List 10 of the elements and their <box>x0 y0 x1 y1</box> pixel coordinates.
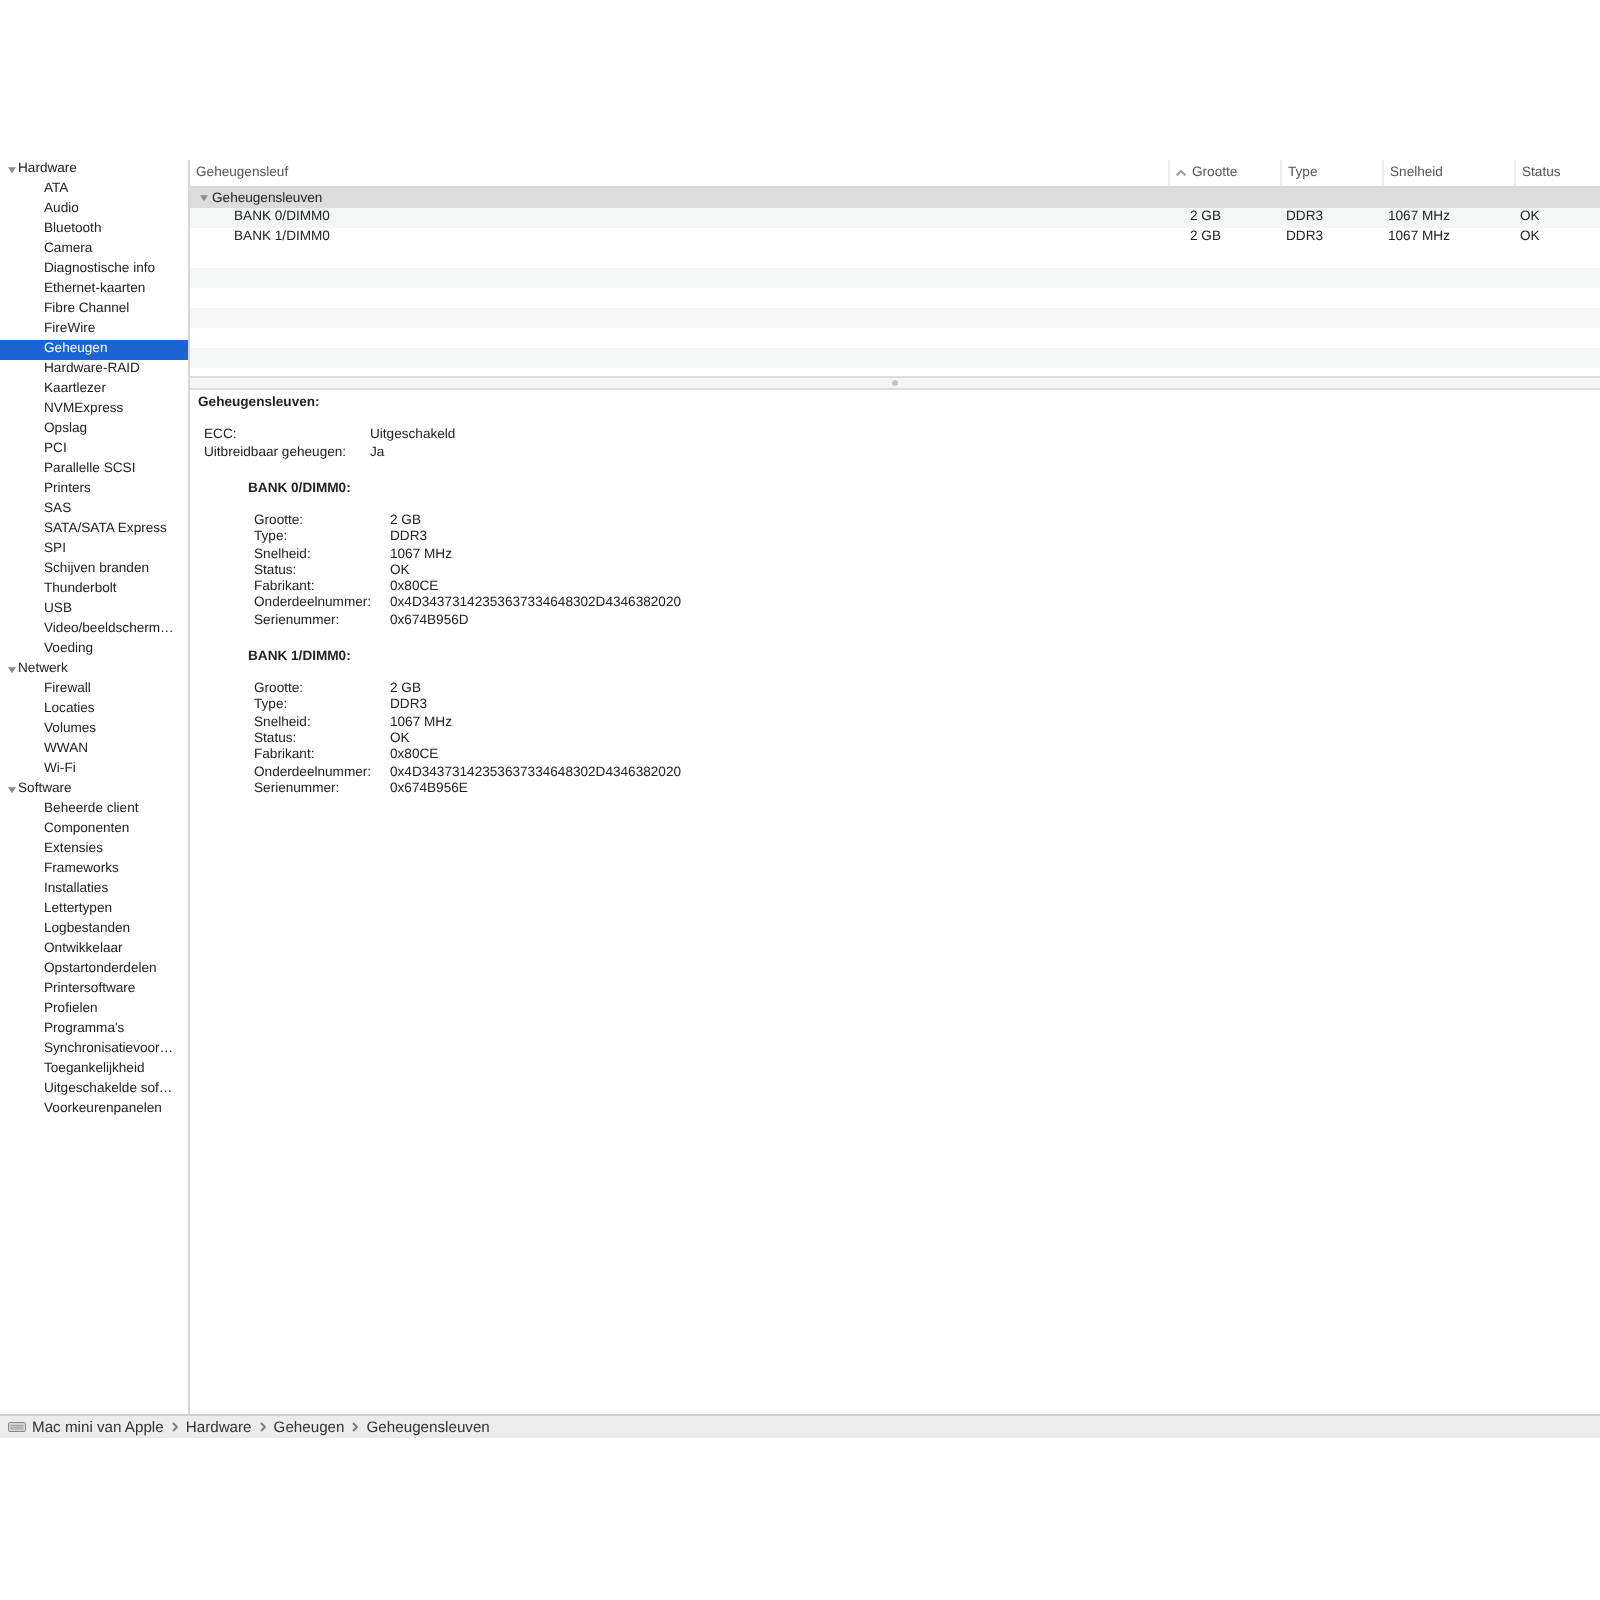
disclosure-triangle-icon[interactable] <box>8 166 16 174</box>
chevron-icon <box>352 1422 359 1432</box>
splitter-handle[interactable] <box>190 376 1600 390</box>
disclosure-triangle-icon[interactable] <box>8 786 16 794</box>
disclosure-triangle-icon[interactable] <box>8 666 16 674</box>
chevron-icon <box>259 1422 266 1432</box>
disclosure-triangle-icon[interactable] <box>200 194 208 202</box>
sort-caret-icon <box>1176 170 1186 176</box>
computer-icon <box>8 1422 26 1432</box>
chevron-icon <box>171 1422 178 1432</box>
